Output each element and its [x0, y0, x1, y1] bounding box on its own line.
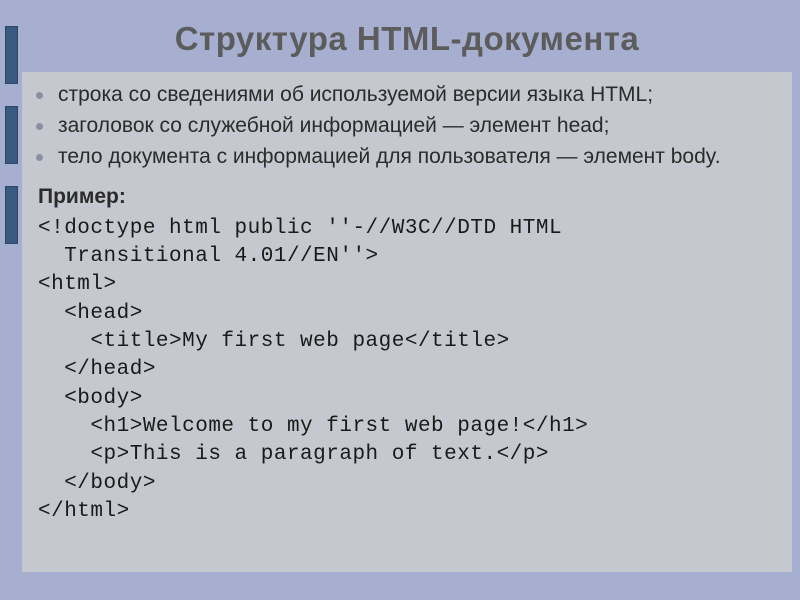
slide-title: Структура HTML-документа [22, 0, 792, 72]
sidebar-mark [5, 106, 18, 164]
code-block: <!doctype html public ''-//W3C//DTD HTML… [38, 215, 774, 527]
bullet-list: строка со сведениями об используемой вер… [56, 82, 774, 171]
sidebar-mark [5, 186, 18, 244]
sidebar-decoration [0, 0, 18, 600]
slide-content: Структура HTML-документа строка со сведе… [22, 0, 792, 600]
sidebar-mark [5, 26, 18, 84]
bullet-item: строка со сведениями об используемой вер… [56, 82, 774, 109]
bullet-item: заголовок со служебной информацией — эле… [56, 113, 774, 140]
slide-body: строка со сведениями об используемой вер… [22, 72, 792, 572]
bullet-item: тело документа с информацией для пользов… [56, 144, 774, 171]
example-label: Пример: [38, 185, 774, 209]
